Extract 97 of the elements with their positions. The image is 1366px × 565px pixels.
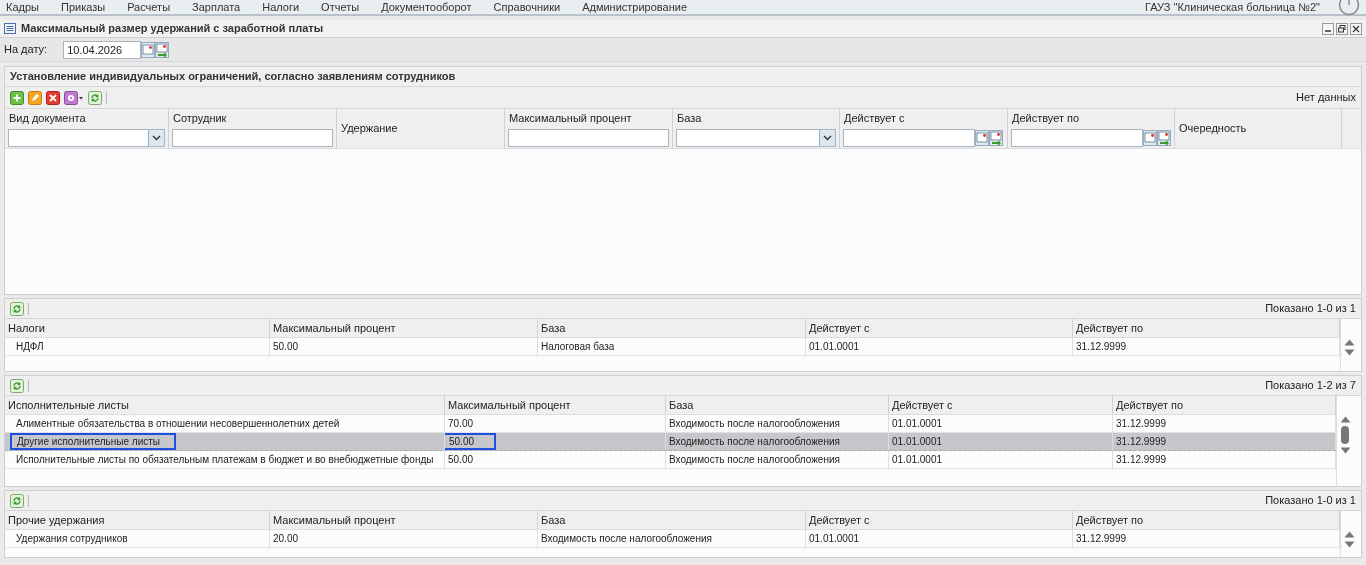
close-icon[interactable]	[1350, 22, 1362, 35]
table-cell-text: Исполнительные листы по обязательным платежам в бюджет и во внебюджетные фонды	[16, 453, 434, 467]
table-cell-text: Алиментные обязательства в отношении несовершеннолетних детей	[16, 417, 340, 431]
clock-icon[interactable]	[1338, 0, 1360, 16]
table-cell-text: Входимость после налогообложения	[541, 532, 712, 546]
table-cell-text: Входимость после налогообложения	[669, 453, 840, 467]
column-header[interactable]: База	[538, 319, 806, 337]
column-header: Действует по	[1011, 112, 1081, 125]
column-header[interactable]: Исполнительные листы	[5, 396, 445, 414]
status-text: Показано 1-2 из 7	[1265, 378, 1356, 394]
table-cell-text: НДФЛ	[16, 340, 44, 354]
column-header[interactable]: Действует по	[1073, 511, 1340, 529]
column-header[interactable]: Действует с	[806, 511, 1073, 529]
status-text: Показано 1-0 из 1	[1265, 301, 1356, 317]
table-cell-text: 01.01.0001	[809, 532, 860, 546]
date-field[interactable]: 10.04.2026	[63, 40, 142, 59]
date-label: На дату:	[4, 42, 48, 58]
table-cell-text: 50.00	[448, 453, 474, 467]
column-header[interactable]: Действует по	[1113, 396, 1336, 414]
column-header: База	[676, 112, 703, 125]
table-cell-text: 20.00	[273, 532, 299, 546]
filter-field[interactable]	[508, 128, 669, 147]
table-row[interactable]: Удержания сотрудников 20.00 Входимость после налогообложения 01.01.0001 31.12.9999	[5, 530, 1340, 548]
column-header[interactable]: Прочие удержания	[5, 511, 270, 529]
column-header[interactable]: Максимальный процент	[270, 319, 538, 337]
column-header: Очередность	[1178, 121, 1248, 137]
menu-item[interactable]: Документооборот	[381, 1, 472, 13]
refresh-icon[interactable]	[10, 301, 24, 316]
menu-item[interactable]: Кадры	[6, 1, 39, 13]
column-header[interactable]: Действует с	[806, 319, 1073, 337]
table-cell-text: 50.00	[273, 340, 299, 354]
refresh-icon[interactable]	[88, 90, 102, 105]
menu-item[interactable]: Отчеты	[321, 1, 360, 13]
menu-item[interactable]: Справочники	[493, 1, 561, 13]
table-cell-text: 31.12.9999	[1116, 435, 1167, 449]
calendar-icon[interactable]	[1143, 129, 1157, 146]
window-title: Максимальный размер удержаний с заработной платы	[21, 21, 324, 37]
organization-name: ГАУЗ "Клиническая больница №2"	[1145, 0, 1320, 15]
scroll-up-icon[interactable]	[1339, 416, 1351, 423]
table-cell-text: 01.01.0001	[892, 453, 943, 467]
table-cell-text: 01.01.0001	[892, 435, 943, 449]
date-filter-field[interactable]	[1011, 128, 1143, 147]
restore-icon[interactable]	[1336, 22, 1348, 35]
table-cell-text: 01.01.0001	[892, 417, 943, 431]
scroll-up-icon[interactable]	[1343, 531, 1355, 538]
column-header[interactable]: Действует с	[889, 396, 1113, 414]
table-cell-text: 31.12.9999	[1116, 453, 1167, 467]
table-cell-text: 70.00	[448, 417, 474, 431]
table-cell-text: Входимость после налогообложения	[669, 417, 840, 431]
column-header[interactable]: Налоги	[5, 319, 270, 337]
table-cell-text: Удержания сотрудников	[16, 532, 128, 546]
menu-item[interactable]: Налоги	[262, 1, 300, 13]
table-row[interactable]: НДФЛ 50.00 Налоговая база 01.01.0001 31.12.9999	[5, 338, 1340, 356]
scroll-down-icon[interactable]	[1339, 447, 1351, 454]
table-cell-text: 31.12.9999	[1076, 532, 1127, 546]
menu-item[interactable]: Зарплата	[192, 1, 241, 13]
gear-icon[interactable]	[64, 90, 84, 105]
minimize-icon[interactable]	[1322, 22, 1334, 35]
add-icon[interactable]	[10, 90, 24, 105]
scroll-down-icon[interactable]	[1343, 541, 1355, 548]
calendar-icon[interactable]	[141, 41, 156, 58]
column-header[interactable]: Максимальный процент	[445, 396, 666, 414]
panel-title: Установление индивидуальных ограничений, согласно заявлениям сотрудников	[10, 69, 456, 85]
column-header: Действует с	[843, 112, 906, 125]
column-header: Удержание	[340, 121, 399, 137]
menu-item[interactable]: Расчеты	[127, 1, 171, 13]
status-text: Показано 1-0 из 1	[1265, 493, 1356, 509]
refresh-icon[interactable]	[10, 493, 24, 508]
table-cell-text: 31.12.9999	[1116, 417, 1167, 431]
table-cell-text: Налоговая база	[541, 340, 615, 354]
table-row[interactable]: Исполнительные листы по обязательным платежам в бюджет и во внебюджетные фонды 50.00 Входимость после налогообложения 01.01.0001 31.12.9999	[5, 451, 1336, 469]
column-header[interactable]: Действует по	[1073, 319, 1340, 337]
scroll-up-icon[interactable]	[1343, 339, 1355, 346]
column-header[interactable]: База	[538, 511, 806, 529]
table-row[interactable]: Другие исполнительные листы 50.00 Входимость после налогообложения 01.01.0001 31.12.9999	[5, 433, 1336, 451]
column-header: Вид документа	[8, 112, 87, 125]
list-icon	[4, 23, 16, 34]
status-text: Нет данных	[1296, 90, 1356, 106]
highlighted-cell: Другие исполнительные листы	[10, 433, 177, 450]
edit-icon[interactable]	[28, 90, 42, 105]
column-header[interactable]: База	[666, 396, 889, 414]
column-header[interactable]: Максимальный процент	[270, 511, 538, 529]
scroll-down-icon[interactable]	[1343, 349, 1355, 356]
table-cell-text: 01.01.0001	[809, 340, 860, 354]
column-header: Максимальный процент	[508, 112, 633, 125]
refresh-icon[interactable]	[10, 378, 24, 393]
filter-field[interactable]	[172, 128, 333, 147]
column-header: Сотрудник	[172, 112, 228, 125]
menu-item[interactable]: Администрирование	[582, 1, 688, 13]
table-cell-text: Входимость после налогообложения	[669, 435, 840, 449]
date-filter-field[interactable]	[843, 128, 975, 147]
scrollbar-thumb[interactable]	[1341, 426, 1349, 444]
table-cell-text: 31.12.9999	[1076, 340, 1127, 354]
calendar-icon[interactable]	[975, 129, 989, 146]
menu-item[interactable]: Приказы	[60, 1, 106, 13]
table-row[interactable]: Алиментные обязательства в отношении несовершеннолетних детей 70.00 Входимость после налогообложения 01.01.0001 31.12.9999	[5, 415, 1336, 433]
delete-icon[interactable]	[46, 90, 60, 105]
